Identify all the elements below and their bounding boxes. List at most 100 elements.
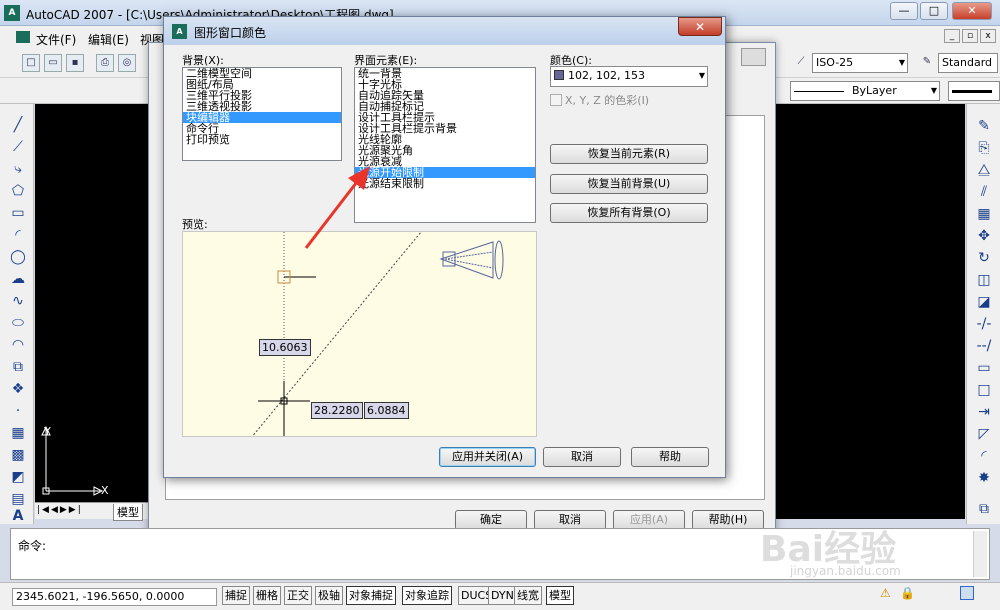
mdi-minimize-button[interactable]: _	[944, 29, 960, 43]
restore-element-button[interactable]: 恢复当前元素(R)	[550, 144, 708, 164]
warning-icon[interactable]: ⚠	[880, 586, 891, 600]
polyline-icon[interactable]: ⤷	[9, 160, 27, 178]
color-preview: 10.6063 28.2280 6.0884	[182, 231, 537, 437]
apply-close-button[interactable]: 应用并关闭(A)	[439, 447, 536, 467]
tab-scroll-arrows[interactable]: |◀◀▶▶|	[37, 505, 83, 515]
restore-all-button[interactable]: 恢复所有背景(O)	[550, 203, 708, 223]
join-icon[interactable]: ⇥	[974, 402, 994, 422]
osnap-toggle[interactable]: 对象捕捉	[346, 586, 396, 605]
options-scroll-button[interactable]	[741, 48, 766, 66]
dialog-titlebar: A 图形窗口颜色 ✕	[164, 17, 725, 45]
point-icon[interactable]: ·	[9, 402, 27, 420]
linetype-select[interactable]: ByLayer ▼	[790, 81, 940, 101]
region-icon[interactable]: ◩	[9, 468, 27, 486]
break-point-icon[interactable]: ▭	[974, 358, 994, 378]
ellipse-icon[interactable]: ⬭	[9, 314, 27, 332]
construction-line-icon[interactable]: ⟋	[9, 138, 27, 156]
lineweight-toggle[interactable]: 线宽	[514, 586, 542, 605]
dialog-icon: A	[172, 24, 187, 39]
minimize-button[interactable]: —	[890, 2, 918, 20]
lineweight-select[interactable]	[948, 81, 1000, 101]
revcloud-icon[interactable]: ☁	[9, 270, 27, 288]
dimstyle-select[interactable]: ISO-25 ▼	[812, 53, 908, 73]
dyn-toggle[interactable]: DYN	[488, 586, 517, 605]
ortho-toggle[interactable]: 正交	[284, 586, 312, 605]
menu-edit[interactable]: 编辑(E)	[88, 31, 129, 48]
rotate-icon[interactable]: ↻	[974, 248, 994, 268]
autocad-icon: A	[4, 5, 20, 21]
dimstyle-icon[interactable]: ⟋	[792, 54, 810, 72]
chamfer-icon[interactable]: ◸	[974, 424, 994, 444]
stretch-icon[interactable]: ◪	[974, 292, 994, 312]
preview-tooltip-y: 6.0884	[364, 402, 409, 419]
spline-icon[interactable]: ∿	[9, 292, 27, 310]
dialog-cancel-button[interactable]: 取消	[543, 447, 621, 467]
hatch-icon[interactable]: ▦	[9, 424, 27, 442]
break-icon[interactable]: □	[974, 380, 994, 400]
context-label: 背景(X):	[182, 54, 224, 67]
mdi-restore-button[interactable]: ▫	[962, 29, 978, 43]
scale-icon[interactable]: ◫	[974, 270, 994, 290]
element-list[interactable]: 统一背景 十字光标 自动追踪矢量 自动捕捉标记 设计工具栏提示 设计工具栏提示背…	[354, 67, 536, 223]
gradient-icon[interactable]: ▩	[9, 446, 27, 464]
linetype-sample	[794, 90, 844, 92]
erase-icon[interactable]: ✎	[974, 116, 994, 136]
clean-screen-icon[interactable]	[960, 586, 974, 600]
mdi-close-button[interactable]: x	[980, 29, 996, 43]
model-toggle[interactable]: 模型	[546, 586, 574, 605]
ellipse-arc-icon[interactable]: ◠	[9, 336, 27, 354]
context-list[interactable]: 二维模型空间 图纸/布局 三维平行投影 三维透视投影 块编辑器 命令行 打印预览	[182, 67, 342, 161]
explode-icon[interactable]: ✸	[974, 468, 994, 488]
trim-icon[interactable]: -/-	[974, 314, 994, 334]
extend-icon[interactable]: --/	[974, 336, 994, 356]
close-button[interactable]: ✕	[952, 2, 992, 20]
array-icon[interactable]: ▦	[974, 204, 994, 224]
dialog-close-button[interactable]: ✕	[678, 17, 722, 36]
list-item[interactable]: 光源结束限制	[355, 178, 535, 189]
arc-icon[interactable]: ◜	[9, 226, 27, 244]
move-icon[interactable]: ✥	[974, 226, 994, 246]
preview-label: 预览:	[182, 218, 208, 231]
list-item[interactable]: 打印预览	[183, 134, 341, 145]
drawing-window-colors-dialog: A 图形窗口颜色 ✕ 背景(X): 二维模型空间 图纸/布局 三维平行投影 三维…	[163, 16, 726, 478]
options-cancel-button[interactable]: 取消	[534, 510, 606, 530]
circle-icon[interactable]: ◯	[9, 248, 27, 266]
polar-toggle[interactable]: 极轴	[315, 586, 343, 605]
command-scrollbar[interactable]	[973, 531, 987, 577]
xyz-tint-checkbox[interactable]: X, Y, Z 的色彩(I)	[550, 92, 649, 108]
make-block-icon[interactable]: ❖	[9, 380, 27, 398]
new-icon[interactable]: □	[22, 54, 40, 72]
offset-icon[interactable]: ⫽	[974, 182, 994, 202]
grid-toggle[interactable]: 栅格	[253, 586, 281, 605]
polygon-icon[interactable]: ⬠	[9, 182, 27, 200]
snap-toggle[interactable]: 捕捉	[222, 586, 250, 605]
ok-button[interactable]: 确定	[455, 510, 527, 530]
otrack-toggle[interactable]: 对象追踪	[402, 586, 452, 605]
mtext-icon[interactable]: A	[9, 507, 27, 525]
line-icon[interactable]: ╱	[9, 116, 27, 134]
apply-button[interactable]: 应用(A)	[613, 510, 685, 530]
restore-background-button[interactable]: 恢复当前背景(U)	[550, 174, 708, 194]
print-icon[interactable]: ⎙	[96, 54, 114, 72]
menu-file[interactable]: 文件(F)	[36, 31, 76, 48]
textstyle-icon[interactable]: ✎	[918, 54, 936, 72]
dialog-help-button[interactable]: 帮助	[631, 447, 709, 467]
ucs-y-label: Y	[44, 425, 51, 438]
open-icon[interactable]: ▭	[44, 54, 62, 72]
coordinate-readout[interactable]: 2345.6021, -196.5650, 0.0000	[12, 588, 217, 606]
insert-block-icon[interactable]: ⧉	[9, 358, 27, 376]
table-icon[interactable]: ▤	[9, 490, 27, 508]
textstyle-select[interactable]: Standard	[938, 53, 998, 73]
lock-icon[interactable]: 🔒	[900, 586, 915, 600]
properties-icon[interactable]: ⧉	[974, 499, 994, 519]
save-icon[interactable]: ▪	[66, 54, 84, 72]
copy-icon[interactable]: ⎘	[974, 138, 994, 158]
mirror-icon[interactable]: ⧋	[974, 160, 994, 180]
color-select[interactable]: 102, 102, 153 ▼	[550, 66, 708, 87]
tab-model[interactable]: 模型	[113, 504, 143, 521]
preview-icon[interactable]: ◎	[118, 54, 136, 72]
fillet-icon[interactable]: ◜	[974, 446, 994, 466]
rectangle-icon[interactable]: ▭	[9, 204, 27, 222]
options-help-button[interactable]: 帮助(H)	[692, 510, 764, 530]
maximize-button[interactable]: □	[920, 2, 948, 20]
